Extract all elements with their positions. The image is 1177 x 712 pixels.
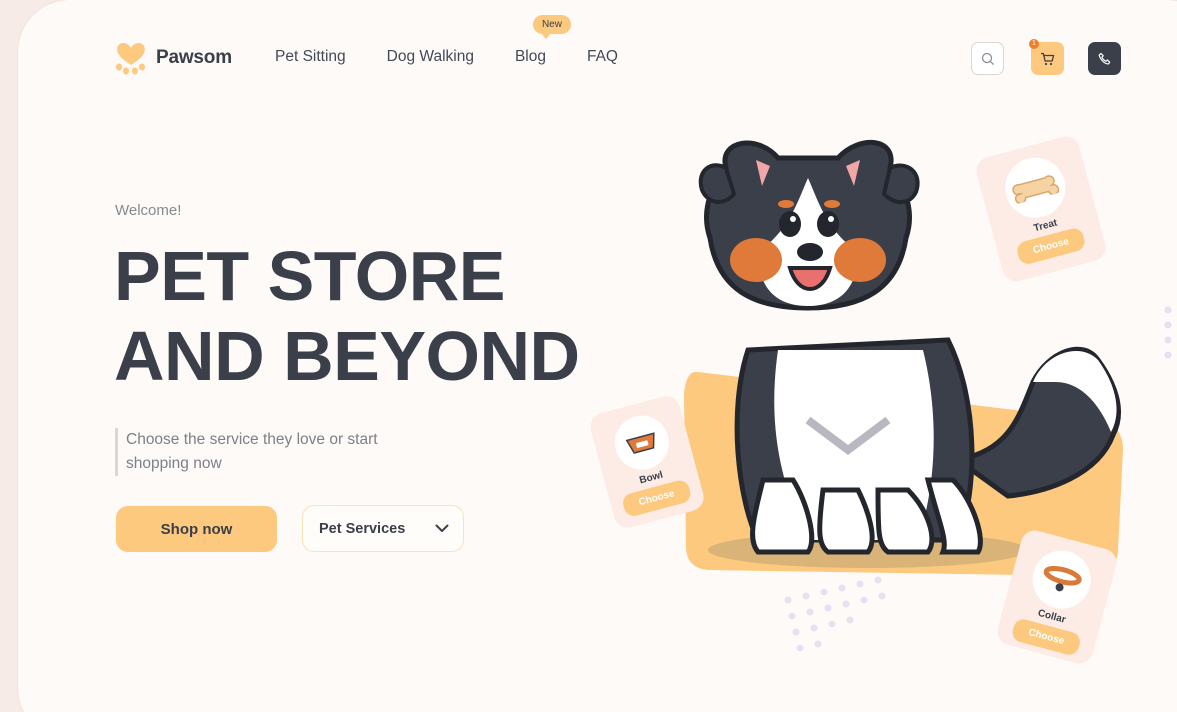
search-icon bbox=[981, 52, 994, 65]
main-nav: Pet Sitting Dog Walking New Blog FAQ bbox=[275, 15, 618, 66]
shop-now-button[interactable]: Shop now bbox=[116, 506, 277, 552]
bone-icon bbox=[1012, 175, 1060, 205]
collar-icon bbox=[1043, 565, 1082, 592]
paw-logo-icon bbox=[116, 42, 145, 75]
nav-label: Dog Walking bbox=[386, 48, 474, 65]
nav-pet-sitting[interactable]: Pet Sitting bbox=[275, 48, 346, 66]
page-frame: Pawsom Pet Sitting Dog Walking New Blog … bbox=[18, 0, 1177, 712]
nav-label: FAQ bbox=[586, 48, 618, 65]
hero-subtitle: Choose the service they love or start sh… bbox=[115, 428, 415, 476]
new-badge: New bbox=[532, 15, 571, 39]
nav-label: Blog bbox=[514, 48, 546, 65]
nav-label: Pet Sitting bbox=[275, 48, 346, 65]
cart-button[interactable]: 1 bbox=[1029, 39, 1064, 75]
dropdown-value: Pet Services bbox=[319, 520, 406, 537]
chevron-down-icon bbox=[435, 524, 449, 532]
cart-count-badge: 1 bbox=[1029, 39, 1039, 49]
headline-line-1: PET STORE bbox=[114, 237, 505, 315]
bowl-icon bbox=[625, 432, 655, 454]
phone-icon bbox=[1098, 52, 1110, 65]
cart-icon bbox=[1041, 52, 1055, 65]
hero-headline: PET STORE AND BEYOND bbox=[114, 236, 580, 396]
nav-dog-walking[interactable]: Dog Walking bbox=[387, 48, 474, 66]
brand-name: Pawsom bbox=[156, 47, 232, 68]
logo[interactable]: Pawsom bbox=[114, 40, 232, 76]
product-icon-circle bbox=[998, 151, 1073, 225]
product-icon-circle bbox=[608, 409, 675, 476]
product-icon-circle bbox=[1026, 544, 1098, 616]
nav-faq[interactable]: FAQ bbox=[587, 48, 618, 66]
pet-services-dropdown[interactable]: Pet Services bbox=[302, 505, 464, 552]
search-button[interactable] bbox=[971, 42, 1004, 75]
welcome-text: Welcome! bbox=[115, 202, 182, 219]
phone-button[interactable] bbox=[1088, 42, 1121, 75]
headline-line-2: AND BEYOND bbox=[114, 317, 580, 395]
nav-blog[interactable]: New Blog bbox=[514, 15, 571, 66]
